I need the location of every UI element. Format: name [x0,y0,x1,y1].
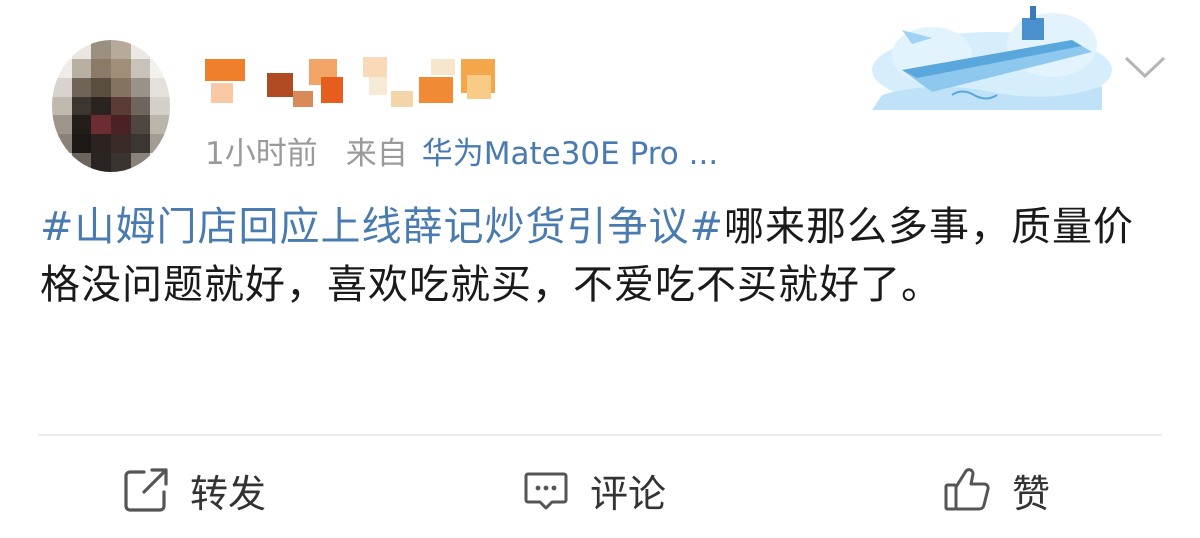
aircraft-carrier-cloud-icon [872,6,1112,110]
chevron-down-icon[interactable] [1122,50,1168,84]
thumbs-up-icon [944,468,990,511]
comment-icon [524,472,568,510]
source-label: 来自 [345,135,408,172]
weibo-post: 1小时前 来自 华为Mate30E Pro ... #山姆门店回应上线薛记炒货引… [0,0,1200,538]
repost-label: 转发 [190,471,267,516]
post-time: 1小时前 [205,135,318,172]
like-button[interactable]: 赞 [942,455,1050,525]
comment-button[interactable]: 评论 [522,455,666,525]
post-meta: 1小时前 来自 华为Mate30E Pro ... [205,128,718,173]
comment-label: 评论 [590,471,667,516]
action-bar: 转发 评论 赞 [0,455,1200,525]
like-label: 赞 [1012,471,1051,516]
username-pixelated[interactable] [205,55,515,113]
topic-hashtag-link[interactable]: #山姆门店回应上线薛记炒货引争议# [40,204,724,250]
source-device-link[interactable]: 华为Mate30E Pro ... [422,128,718,173]
post-content: #山姆门店回应上线薛记炒货引争议#哪来那么多事，质量价格没问题就好，喜欢吃就买，… [40,198,1160,314]
avatar[interactable] [52,40,170,172]
repost-icon [124,468,168,512]
divider [38,434,1162,436]
repost-button[interactable]: 转发 [122,455,266,525]
